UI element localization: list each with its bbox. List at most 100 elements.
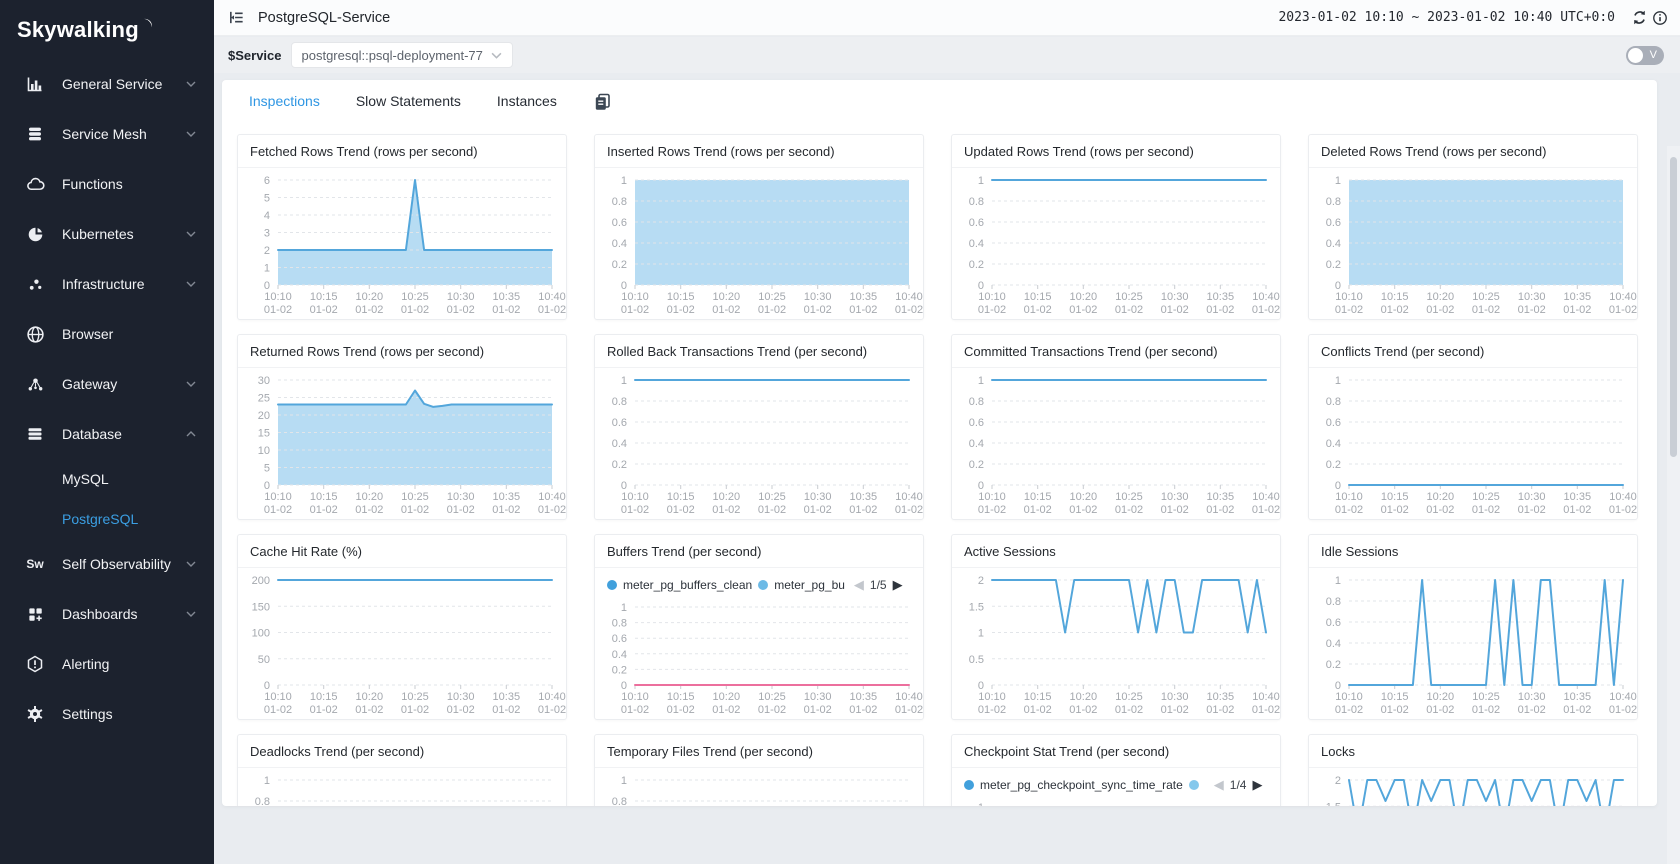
svg-text:10:20: 10:20	[356, 491, 384, 503]
info-icon[interactable]	[1652, 10, 1668, 26]
tab-inspections[interactable]: Inspections	[249, 93, 320, 109]
chart-panel-updated-rows: Updated Rows Trend (rows per second) 00.…	[951, 134, 1281, 320]
svg-text:3: 3	[264, 228, 270, 240]
active-sessions-chart[interactable]: 00.511.5210:1001-0210:1501-0210:2001-021…	[952, 568, 1280, 719]
sidebar-item-functions[interactable]: Functions	[0, 159, 214, 209]
chart-legend: meter_pg_buffers_clean meter_pg_bu ◀ 1/5…	[595, 568, 923, 595]
svg-text:1: 1	[621, 775, 627, 787]
svg-text:30: 30	[258, 375, 270, 387]
copy-dashboard-icon[interactable]	[593, 92, 612, 111]
temporary-files-chart[interactable]: 00.20.40.60.8110:1001-0210:1501-0210:200…	[595, 768, 923, 806]
returned-rows-chart[interactable]: 05101520253010:1001-0210:1501-0210:2001-…	[238, 368, 566, 519]
service-select[interactable]: postgresql::psql-deployment-77	[291, 42, 513, 68]
svg-text:01-02: 01-02	[621, 304, 649, 316]
legend-item[interactable]: meter_pg_bu	[758, 578, 845, 592]
legend-item[interactable]	[1189, 780, 1205, 790]
legend-item[interactable]: meter_pg_buffers_clean	[607, 578, 752, 592]
chart-panel-deleted-rows: Deleted Rows Trend (rows per second) 00.…	[1308, 134, 1638, 320]
legend-item[interactable]: meter_pg_checkpoint_sync_time_rate	[964, 778, 1183, 792]
svg-text:10:10: 10:10	[621, 491, 649, 503]
svg-text:01-02: 01-02	[538, 504, 566, 516]
skywalking-logo[interactable]: Skywalking	[0, 0, 214, 49]
sidebar-item-mysql[interactable]: MySQL	[0, 459, 214, 499]
legend-next-icon[interactable]: ▶	[1252, 777, 1262, 793]
svg-text:10:20: 10:20	[713, 291, 741, 303]
svg-text:10:25: 10:25	[1472, 491, 1500, 503]
legend-next-icon[interactable]: ▶	[893, 577, 903, 593]
svg-text:01-02: 01-02	[1335, 304, 1363, 316]
locks-chart[interactable]: 00.511.5210:1001-0210:1501-0210:2001-021…	[1309, 768, 1637, 806]
sidebar-item-label: Browser	[62, 326, 196, 342]
sidebar-item-settings[interactable]: Settings	[0, 689, 214, 739]
sidebar-item-infrastructure[interactable]: Infrastructure	[0, 259, 214, 309]
svg-text:1.5: 1.5	[969, 601, 984, 613]
sidebar-item-self-observability[interactable]: Sw Self Observability	[0, 539, 214, 589]
fetched-rows-chart[interactable]: 012345610:1001-0210:1501-0210:2001-0210:…	[238, 168, 566, 319]
deadlocks-chart[interactable]: 00.20.40.60.8110:1001-0210:1501-0210:200…	[238, 768, 566, 806]
scrollbar-thumb[interactable]	[1670, 157, 1677, 457]
svg-text:01-02: 01-02	[492, 504, 520, 516]
sidebar-item-alerting[interactable]: Alerting	[0, 639, 214, 689]
deleted-rows-chart[interactable]: 00.20.40.60.8110:1001-0210:1501-0210:200…	[1309, 168, 1637, 319]
svg-text:0.2: 0.2	[1326, 259, 1341, 271]
svg-text:10:35: 10:35	[1207, 691, 1235, 703]
chevron-up-icon	[186, 431, 196, 437]
svg-text:10:35: 10:35	[493, 491, 521, 503]
sidebar-item-kubernetes[interactable]: Kubernetes	[0, 209, 214, 259]
committed-chart[interactable]: 00.20.40.60.8110:1001-0210:1501-0210:200…	[952, 368, 1280, 519]
svg-text:0.8: 0.8	[1326, 196, 1341, 208]
svg-text:0.8: 0.8	[612, 796, 627, 806]
sidebar-item-general-service[interactable]: General Service	[0, 59, 214, 109]
svg-text:6: 6	[264, 175, 270, 187]
legend-prev-icon[interactable]: ◀	[854, 577, 864, 593]
crescent-icon	[139, 18, 153, 35]
chart-panel-temporary-files: Temporary Files Trend (per second) 00.20…	[594, 734, 924, 806]
svg-text:01-02: 01-02	[1069, 504, 1097, 516]
svg-text:01-02: 01-02	[758, 504, 786, 516]
svg-text:5: 5	[264, 463, 270, 475]
svg-text:01-02: 01-02	[1518, 704, 1546, 716]
view-mode-toggle[interactable]: V	[1626, 46, 1664, 65]
checkpoint-chart[interactable]: 00.20.40.60.8110:1001-0210:1501-0210:200…	[952, 795, 1280, 806]
chart-panel-deadlocks: Deadlocks Trend (per second) 00.20.40.60…	[237, 734, 567, 806]
svg-text:01-02: 01-02	[1206, 304, 1234, 316]
svg-text:1: 1	[264, 263, 270, 275]
svg-text:10:20: 10:20	[1427, 691, 1455, 703]
time-range[interactable]: 2023-01-02 10:10 ~ 2023-01-02 10:40 UTC+…	[1278, 10, 1615, 25]
collapse-sidebar-icon[interactable]	[228, 9, 245, 26]
sidebar-item-database[interactable]: Database	[0, 409, 214, 459]
svg-text:10:40: 10:40	[1252, 491, 1280, 503]
svg-text:10:10: 10:10	[264, 491, 292, 503]
tab-instances[interactable]: Instances	[497, 93, 557, 109]
buffers-chart[interactable]: 00.20.40.60.8110:1001-0210:1501-0210:200…	[595, 595, 923, 719]
svg-text:01-02: 01-02	[1335, 504, 1363, 516]
legend-prev-icon[interactable]: ◀	[1214, 777, 1224, 793]
inserted-rows-chart[interactable]: 00.20.40.60.8110:1001-0210:1501-0210:200…	[595, 168, 923, 319]
svg-text:10:20: 10:20	[1427, 491, 1455, 503]
idle-sessions-chart[interactable]: 00.20.40.60.8110:1001-0210:1501-0210:200…	[1309, 568, 1637, 719]
rolled-back-chart[interactable]: 00.20.40.60.8110:1001-0210:1501-0210:200…	[595, 368, 923, 519]
svg-text:01-02: 01-02	[1563, 704, 1591, 716]
chart-title: Fetched Rows Trend (rows per second)	[238, 135, 566, 168]
sidebar-item-gateway[interactable]: Gateway	[0, 359, 214, 409]
svg-text:10:15: 10:15	[310, 291, 338, 303]
svg-text:01-02: 01-02	[447, 704, 475, 716]
svg-text:10:20: 10:20	[1070, 691, 1098, 703]
svg-text:0.4: 0.4	[969, 238, 984, 250]
sidebar-item-postgresql[interactable]: PostgreSQL	[0, 499, 214, 539]
refresh-icon[interactable]	[1631, 9, 1648, 26]
sidebar-item-dashboards[interactable]: Dashboards	[0, 589, 214, 639]
svg-text:01-02: 01-02	[849, 504, 877, 516]
cache-hit-rate-chart[interactable]: 05010015020010:1001-0210:1501-0210:2001-…	[238, 568, 566, 719]
updated-rows-chart[interactable]: 00.20.40.60.8110:1001-0210:1501-0210:200…	[952, 168, 1280, 319]
conflicts-chart[interactable]: 00.20.40.60.8110:1001-0210:1501-0210:200…	[1309, 368, 1637, 519]
svg-text:0.8: 0.8	[969, 396, 984, 408]
svg-text:0.2: 0.2	[612, 459, 627, 471]
tab-slow-statements[interactable]: Slow Statements	[356, 93, 461, 109]
dashboard-card: Inspections Slow Statements Instances Fe…	[222, 80, 1657, 806]
svg-text:01-02: 01-02	[355, 704, 383, 716]
chart-title: Deadlocks Trend (per second)	[238, 735, 566, 768]
svg-text:01-02: 01-02	[1024, 704, 1052, 716]
sidebar-item-browser[interactable]: Browser	[0, 309, 214, 359]
sidebar-item-service-mesh[interactable]: Service Mesh	[0, 109, 214, 159]
